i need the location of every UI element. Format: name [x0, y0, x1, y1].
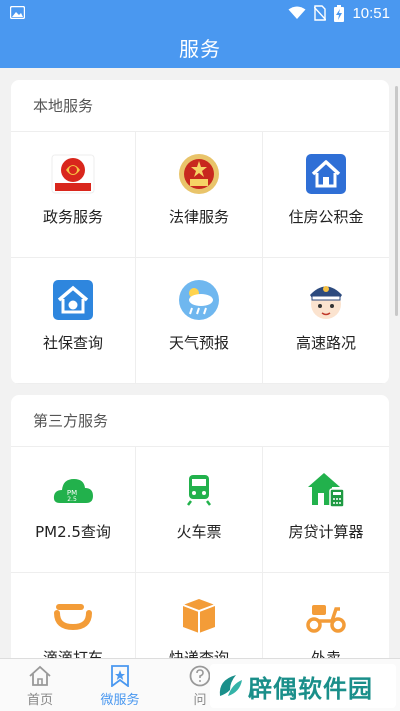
- page-title: 服务: [179, 36, 221, 61]
- service-label: 火车票: [176, 523, 222, 541]
- leaf-logo-icon: [219, 675, 242, 696]
- service-label: 快递查询: [168, 649, 229, 658]
- nav-label: 首页: [26, 693, 53, 708]
- scrollbar[interactable]: [395, 86, 398, 316]
- service-mortgage-calculator[interactable]: 房贷计算器: [263, 447, 389, 573]
- service-pm25[interactable]: PM 2.5 PM2.5查询: [11, 447, 136, 573]
- service-label: 房贷计算器: [288, 523, 364, 541]
- house-fund-icon: [304, 152, 348, 196]
- service-label: 高速路况: [295, 334, 356, 352]
- local-services-card: 本地服务 政务服务 法律服务 住房公积金 社保查询 天气预报 高速路况: [11, 80, 389, 384]
- pm25-cloud-icon: PM 2.5: [51, 467, 95, 511]
- service-label: 滴滴打车: [42, 649, 103, 658]
- third-party-services-title: 第三方服务: [33, 412, 109, 430]
- local-services-title: 本地服务: [33, 97, 94, 115]
- watermark-text: 辟偶软件园: [248, 674, 373, 703]
- mortgage-calculator-icon: [304, 467, 348, 511]
- service-train-ticket[interactable]: 火车票: [136, 447, 263, 573]
- watermark: 辟偶软件园: [210, 664, 396, 708]
- service-label: 住房公积金: [288, 208, 364, 226]
- battery-charging-icon: [334, 4, 345, 22]
- weather-icon: [177, 278, 221, 322]
- nav-home[interactable]: 首页: [0, 659, 80, 711]
- title-bar: 服务: [0, 26, 400, 68]
- service-content[interactable]: 本地服务 政务服务 法律服务 住房公积金 社保查询 天气预报 高速路况 第三方服…: [0, 68, 400, 658]
- didi-icon: [51, 593, 95, 637]
- service-label: 政务服务: [42, 208, 103, 226]
- service-label: 天气预报: [168, 334, 229, 352]
- nav-label: 微服务: [100, 693, 140, 708]
- court-emblem-icon: [177, 152, 221, 196]
- package-icon: [177, 593, 221, 637]
- service-takeout[interactable]: 外卖: [263, 573, 389, 658]
- scooter-icon: [304, 593, 348, 637]
- third-party-services-card: 第三方服务 PM 2.5 PM2.5查询 火车票 房贷计算器 滴滴打车 快递查询…: [11, 395, 389, 658]
- service-weather[interactable]: 天气预报: [136, 258, 263, 384]
- traffic-police-icon: [304, 278, 348, 322]
- service-social-security[interactable]: 社保查询: [11, 258, 136, 384]
- bookmark-star-icon: [111, 665, 129, 687]
- svg-text:2.5: 2.5: [67, 496, 77, 503]
- service-highway-traffic[interactable]: 高速路况: [263, 258, 389, 384]
- nav-label: 问: [193, 693, 207, 708]
- clock: 10:51: [352, 4, 390, 22]
- status-bar: 10:51: [0, 0, 400, 26]
- question-icon: [189, 665, 211, 687]
- service-label: 外卖: [310, 649, 341, 658]
- nav-microservice[interactable]: 微服务: [80, 659, 160, 711]
- service-express[interactable]: 快递查询: [136, 573, 263, 658]
- service-government[interactable]: 政务服务: [11, 132, 136, 258]
- service-housing-fund[interactable]: 住房公积金: [263, 132, 389, 258]
- service-label: 社保查询: [42, 334, 103, 352]
- local-services-header: 本地服务: [11, 80, 389, 132]
- social-security-icon: [51, 278, 95, 322]
- third-party-services-header: 第三方服务: [11, 395, 389, 447]
- service-label: 法律服务: [168, 208, 229, 226]
- image-notification-icon: [10, 6, 25, 19]
- government-emblem-icon: [51, 152, 95, 196]
- service-label: PM2.5查询: [35, 523, 111, 541]
- home-icon: [29, 665, 51, 686]
- service-legal[interactable]: 法律服务: [136, 132, 263, 258]
- no-sim-icon: [314, 5, 327, 21]
- train-icon: [177, 467, 221, 511]
- wifi-icon: [288, 6, 306, 19]
- service-didi[interactable]: 滴滴打车: [11, 573, 136, 658]
